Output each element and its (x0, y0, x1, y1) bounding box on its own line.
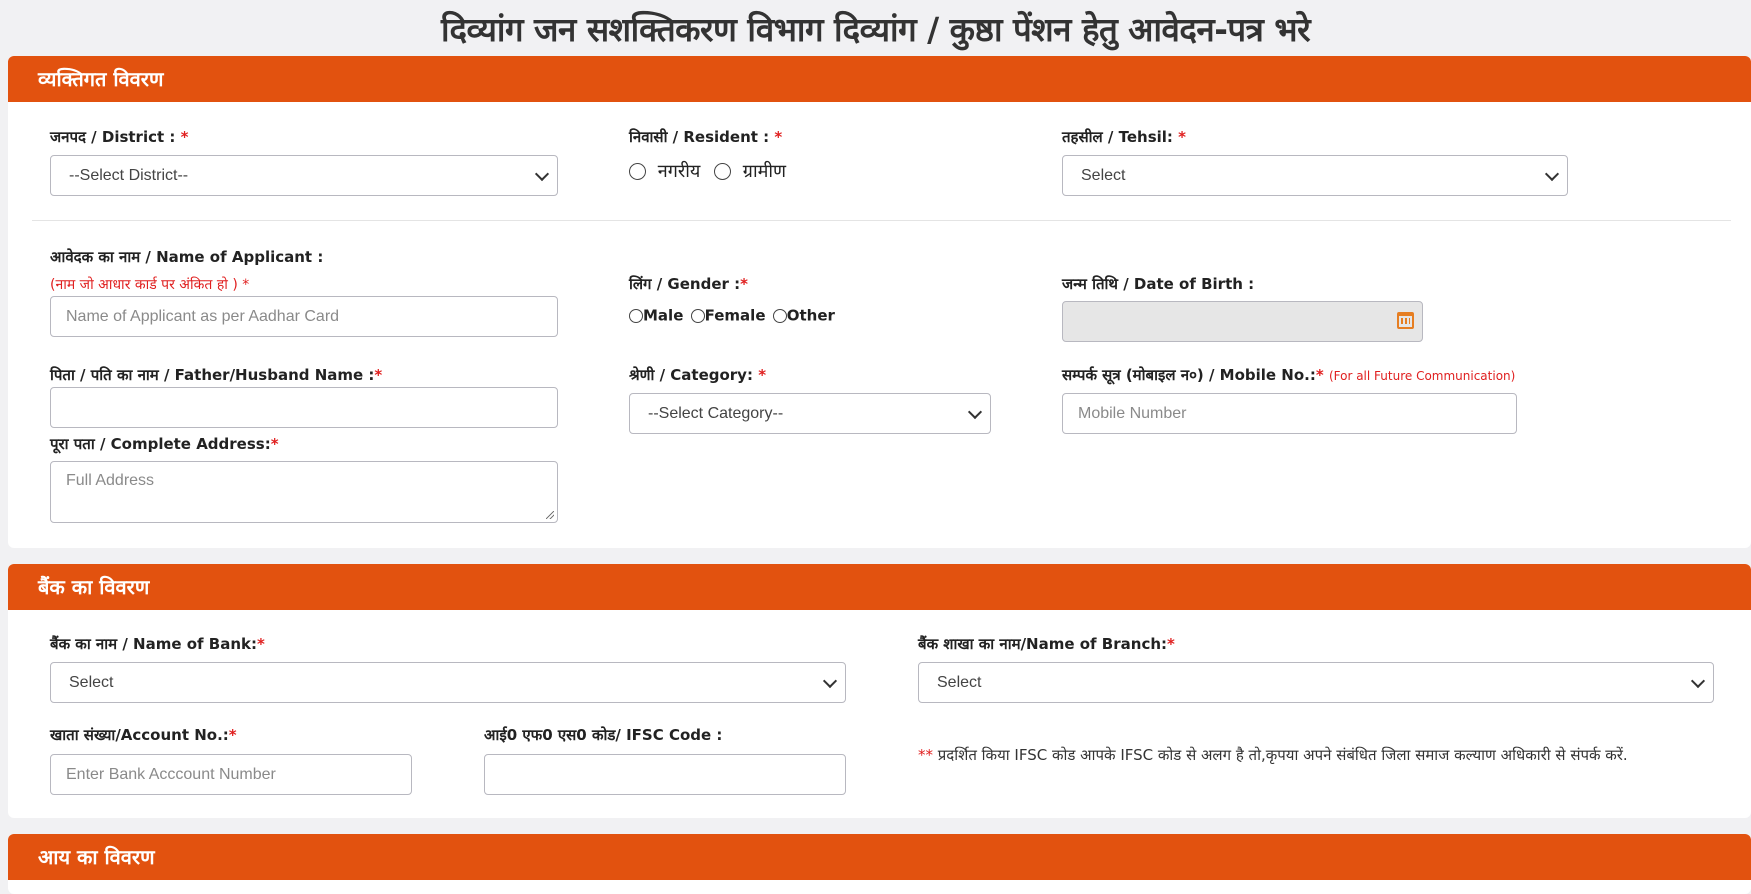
required-mark: * (374, 366, 383, 384)
gender-other-radio[interactable] (772, 308, 787, 323)
tehsil-select[interactable]: Select (1062, 155, 1568, 196)
chevron-down-icon (534, 166, 550, 181)
bank-name-select[interactable]: Select (50, 662, 846, 703)
account-label-text: खाता संख्या/Account No.: (50, 726, 229, 744)
category-label: श्रेणी / Category: * (629, 365, 766, 385)
gender-other-label: Other (786, 306, 835, 325)
category-select-value: --Select Category-- (648, 404, 784, 422)
required-mark: * (257, 635, 265, 653)
tehsil-label: तहसील / Tehsil: * (1062, 127, 1186, 147)
father-name-label: पिता / पति का नाम / Father/Husband Name … (50, 365, 382, 385)
income-details-header: आय का विवरण (8, 834, 1751, 880)
applicant-name-input[interactable]: Name of Applicant as per Aadhar Card (50, 296, 558, 337)
district-label: जनपद / District : * (50, 127, 188, 147)
district-select[interactable]: --Select District-- (50, 155, 558, 196)
resident-urban-radio[interactable] (629, 162, 646, 180)
ifsc-note-text: प्रदर्शित किया IFSC कोड आपके IFSC कोड से… (933, 746, 1628, 764)
mobile-label-text: सम्पर्क सूत्र (मोबाइल न०) / Mobile No.: (1062, 366, 1316, 384)
note-stars: ** (918, 746, 933, 764)
income-details-section: आय का विवरण (8, 834, 1751, 894)
gender-radio-group: Male Female Other (629, 306, 835, 325)
gender-label-text: लिंग / Gender : (629, 275, 741, 293)
bank-name-value: Select (69, 673, 114, 691)
bank-name-label: बैंक का नाम / Name of Bank:* (50, 634, 265, 654)
resident-radio-group: नगरीय ग्रामीण (629, 159, 786, 183)
gender-male-label: Male (643, 306, 684, 325)
chevron-down-icon (1690, 673, 1706, 688)
resident-label-text: निवासी / Resident : (629, 128, 775, 146)
applicant-name-label: आवेदक का नाम / Name of Applicant : (50, 248, 324, 266)
father-name-input[interactable] (50, 387, 558, 428)
branch-label-text: बैंक शाखा का नाम/Name of Branch: (918, 635, 1168, 653)
tehsil-label-text: तहसील / Tehsil: (1062, 128, 1179, 146)
ifsc-note: ** प्रदर्शित किया IFSC कोड आपके IFSC कोड… (918, 745, 1628, 765)
address-textarea[interactable]: Full Address (50, 461, 558, 523)
gender-female-label: Female (704, 306, 766, 325)
ifsc-label: आई0 एफ0 एस0 कोड/ IFSC Code : (484, 726, 723, 744)
required-mark: * (1167, 635, 1175, 653)
address-label-text: पूरा पता / Complete Address: (50, 435, 271, 453)
branch-value: Select (937, 673, 982, 691)
required-mark: * (1315, 366, 1324, 384)
account-label: खाता संख्या/Account No.:* (50, 725, 237, 745)
bank-name-label-text: बैंक का नाम / Name of Bank: (50, 635, 257, 653)
mobile-note: (For all Future Communication) (1328, 369, 1516, 383)
bank-details-header: बैंक का विवरण (8, 564, 1751, 610)
chevron-down-icon (1544, 166, 1560, 181)
mobile-input[interactable]: Mobile Number (1062, 393, 1517, 434)
divider (32, 220, 1731, 221)
gender-female-radio[interactable] (690, 308, 705, 323)
branch-label: बैंक शाखा का नाम/Name of Branch:* (918, 634, 1175, 654)
personal-details-section: व्यक्तिगत विवरण जनपद / District : * --Se… (8, 56, 1751, 548)
required-mark: * (228, 726, 237, 744)
resident-label: निवासी / Resident : * (629, 127, 782, 147)
required-mark: * (774, 128, 783, 146)
gender-male-radio[interactable] (629, 308, 643, 323)
ifsc-input[interactable] (484, 754, 846, 795)
father-name-label-text: पिता / पति का नाम / Father/Husband Name … (50, 366, 375, 384)
applicant-name-hint-text: (नाम जो आधार कार्ड पर अंकित हो ) (50, 277, 243, 293)
calendar-icon[interactable] (1397, 312, 1414, 329)
resident-rural-label: ग्रामीण (742, 161, 787, 182)
gender-label: लिंग / Gender :* (629, 274, 748, 294)
district-select-value: --Select District-- (69, 166, 189, 184)
required-mark: * (758, 366, 767, 384)
required-mark: * (270, 435, 279, 453)
tehsil-select-value: Select (1081, 166, 1126, 184)
resident-urban-label: नगरीय (657, 161, 701, 182)
address-label: पूरा पता / Complete Address:* (50, 434, 279, 454)
resident-rural-radio[interactable] (714, 162, 732, 180)
chevron-down-icon (967, 404, 983, 419)
page-title: दिव्यांग जन सशक्तिकरण विभाग दिव्यांग / क… (440, 10, 1311, 49)
required-mark: * (1178, 128, 1187, 146)
dob-label: जन्म तिथि / Date of Birth : (1062, 275, 1255, 293)
dob-input[interactable] (1062, 301, 1423, 342)
category-select[interactable]: --Select Category-- (629, 393, 991, 434)
required-mark: * (242, 277, 250, 293)
branch-select[interactable]: Select (918, 662, 1714, 703)
district-label-text: जनपद / District : (50, 128, 181, 146)
mobile-label: सम्पर्क सूत्र (मोबाइल न०) / Mobile No.:*… (1062, 365, 1515, 385)
bank-details-section: बैंक का विवरण बैंक का नाम / Name of Bank… (8, 564, 1751, 818)
account-input[interactable]: Enter Bank Acccount Number (50, 754, 412, 795)
applicant-name-hint: (नाम जो आधार कार्ड पर अंकित हो ) * (50, 275, 249, 294)
address-placeholder: Full Address (66, 472, 155, 489)
chevron-down-icon (822, 673, 838, 688)
category-label-text: श्रेणी / Category: (629, 366, 759, 384)
required-mark: * (740, 275, 748, 293)
required-mark: * (180, 128, 189, 146)
resize-handle[interactable] (546, 511, 554, 519)
personal-details-header: व्यक्तिगत विवरण (8, 56, 1751, 102)
